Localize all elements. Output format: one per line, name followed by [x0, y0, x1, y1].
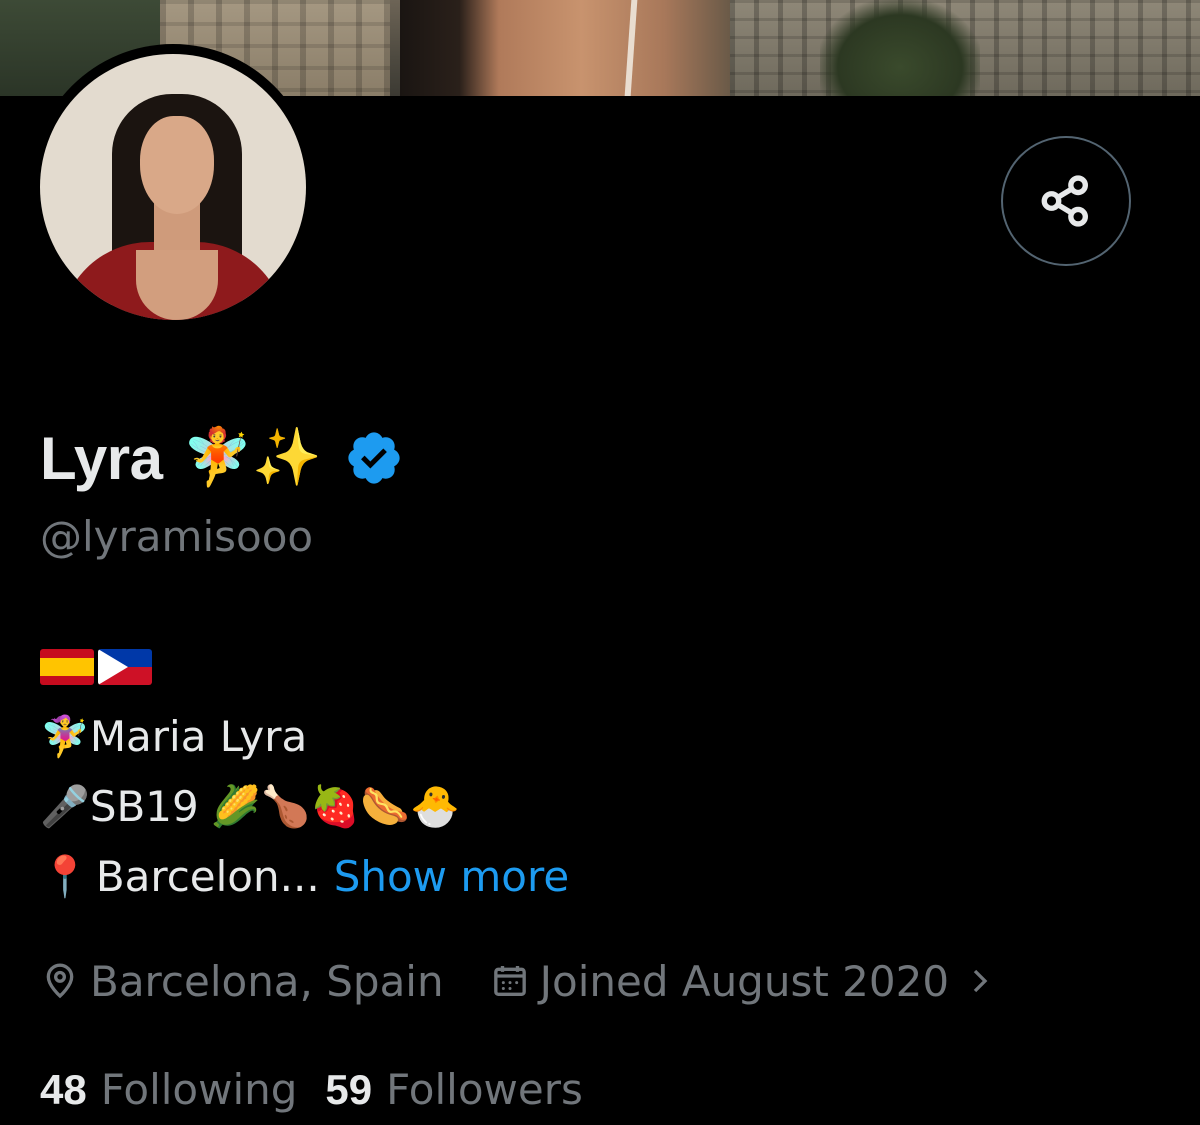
following-label: Following: [100, 1064, 298, 1114]
username-handle: @lyramisooo: [40, 512, 314, 561]
following-link[interactable]: 48 Following: [40, 1065, 297, 1114]
location-pin-icon: [46, 963, 74, 999]
name-emojis: 🧚✨: [182, 425, 322, 490]
location-item: Barcelona, Spain: [40, 957, 444, 1006]
follow-counts: 48 Following 59 Followers: [40, 1060, 583, 1118]
location-text: Barcelona, Spain: [90, 956, 444, 1006]
bio-name-line: 🧚‍♀️ Maria Lyra: [40, 702, 569, 772]
followers-link[interactable]: 59 Followers: [325, 1065, 582, 1114]
name-row: Lyra 🧚✨: [40, 420, 404, 496]
bio-flags-line: [40, 632, 569, 702]
food-emojis: 🌽🍗🍓🌭🐣: [210, 784, 460, 830]
avatar[interactable]: [30, 44, 316, 330]
bio-name-text: Maria Lyra: [89, 712, 308, 761]
bio: 🧚‍♀️ Maria Lyra 🎤 SB19 🌽🍗🍓🌭🐣 📍 Barcelon.…: [40, 632, 569, 912]
bio-location-text: Barcelon...: [95, 852, 320, 901]
avatar-image: [40, 54, 306, 320]
fairy-emoji: 🧚‍♀️: [40, 714, 90, 760]
followers-count: 59: [325, 1065, 373, 1113]
calendar-icon: [493, 966, 526, 996]
share-icon: [1041, 175, 1088, 227]
bio-location-line: 📍 Barcelon... Show more: [40, 842, 569, 912]
following-count: 48: [40, 1065, 87, 1113]
display-name: Lyra: [40, 424, 163, 492]
joined-item[interactable]: Joined August 2020: [490, 957, 1003, 1006]
followers-label: Followers: [386, 1064, 583, 1114]
joined-text: Joined August 2020: [539, 956, 950, 1006]
bio-group-text: SB19: [89, 782, 199, 831]
bio-group-line: 🎤 SB19 🌽🍗🍓🌭🐣: [40, 772, 569, 842]
share-button[interactable]: [1001, 136, 1131, 266]
chevron-right-icon: [973, 969, 988, 993]
show-more-link[interactable]: Show more: [334, 842, 569, 912]
microphone-emoji: 🎤: [40, 784, 90, 830]
pin-emoji: 📍: [40, 854, 90, 900]
profile-meta: Barcelona, Spain Joined August 2020: [40, 952, 1003, 1010]
spain-flag-icon: [40, 649, 94, 685]
verified-badge-icon[interactable]: [344, 428, 404, 488]
philippines-flag-icon: [98, 649, 152, 685]
